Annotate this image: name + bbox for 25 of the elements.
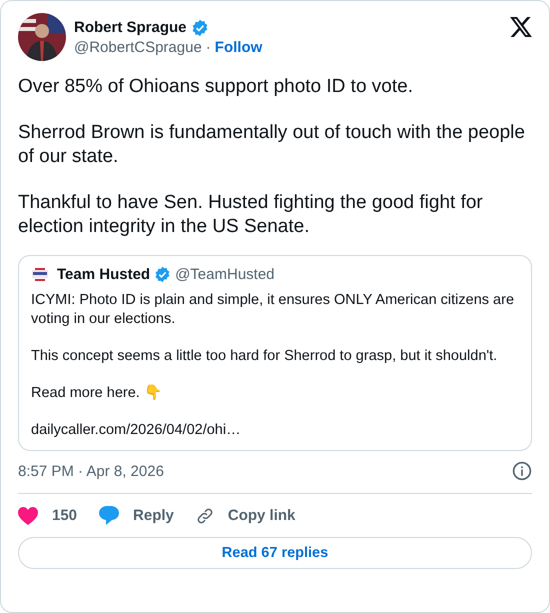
- read-replies-button[interactable]: Read 67 replies: [18, 537, 532, 569]
- timestamp[interactable]: 8:57 PM · Apr 8, 2026: [18, 462, 164, 480]
- x-logo-icon[interactable]: [510, 17, 532, 37]
- copy-button[interactable]: Copy link: [196, 502, 296, 528]
- quoted-tweet-text: This concept seems a little too hard for Sherrod to grasp, but it shouldn't.: [31, 347, 498, 366]
- follow-link[interactable]: Follow: [214, 38, 262, 56]
- reply-button[interactable]: Reply: [99, 502, 174, 529]
- author-handle: @RobertCSprague: [74, 38, 202, 56]
- info-icon[interactable]: [512, 461, 532, 481]
- tweet-text: Over 85% of Ohioans support photo ID to vote.: [18, 75, 414, 99]
- tweet-text: Thankful to have Sen. Husted fighting the good fight for election integrity in the US Senate.: [18, 191, 484, 239]
- link-icon: [196, 506, 214, 524]
- quoted-tweet-text: dailycaller.com/2026/04/02/ohi…: [31, 421, 242, 440]
- quoted-author-handle: @TeamHusted: [175, 266, 275, 283]
- quoted-author-name: Team Husted: [57, 266, 150, 283]
- speech-bubble-icon: [99, 506, 120, 525]
- like-button[interactable]: 150: [18, 502, 78, 528]
- separator-dot: ·: [206, 38, 211, 56]
- quoted-tweet-text: Read more here. 👇: [31, 384, 163, 403]
- quoted-tweet[interactable]: [18, 255, 532, 451]
- quoted-tweet-text: ICYMI: Photo ID is plain and simple, it ensures ONLY American citizens are voting in our elections.: [31, 291, 516, 329]
- logo-icon: [31, 266, 49, 282]
- tweet-text: Sherrod Brown is fundamentally out of touch with the people of our state.: [18, 121, 526, 169]
- author-name[interactable]: Robert Sprague: [74, 19, 187, 36]
- heart-icon: [18, 506, 38, 524]
